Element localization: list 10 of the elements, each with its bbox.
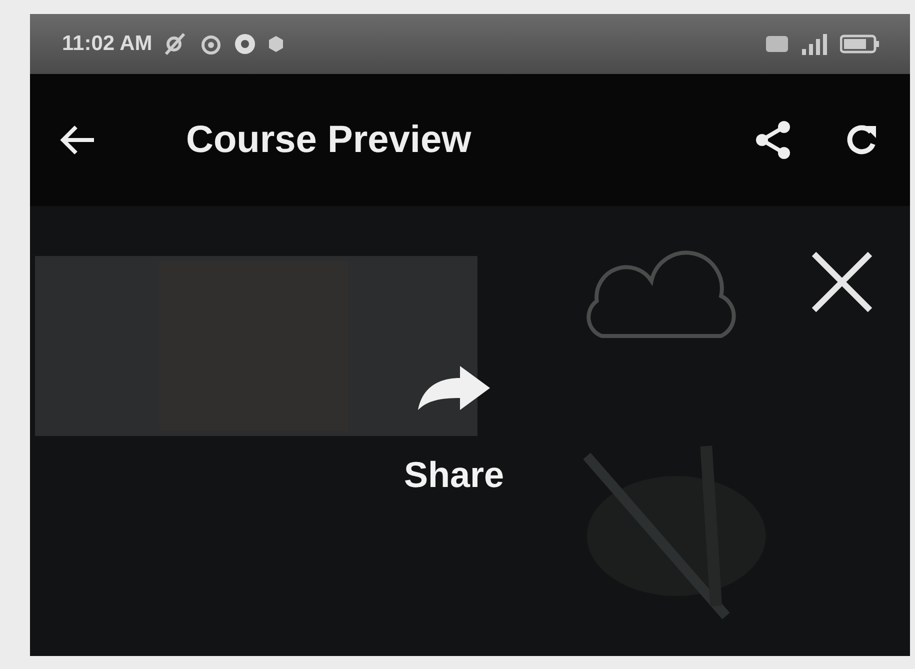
screen-title: Course Preview bbox=[186, 118, 472, 162]
sim-icon bbox=[766, 34, 788, 54]
share-overlay-button[interactable]: Share bbox=[400, 354, 508, 500]
signal-icon bbox=[800, 33, 828, 55]
close-icon bbox=[810, 250, 874, 314]
battery-icon bbox=[840, 33, 880, 55]
record-icon bbox=[234, 33, 256, 55]
share-icon bbox=[754, 120, 792, 160]
status-time: 11:02 AM bbox=[62, 32, 152, 56]
hexagon-icon bbox=[268, 36, 284, 52]
